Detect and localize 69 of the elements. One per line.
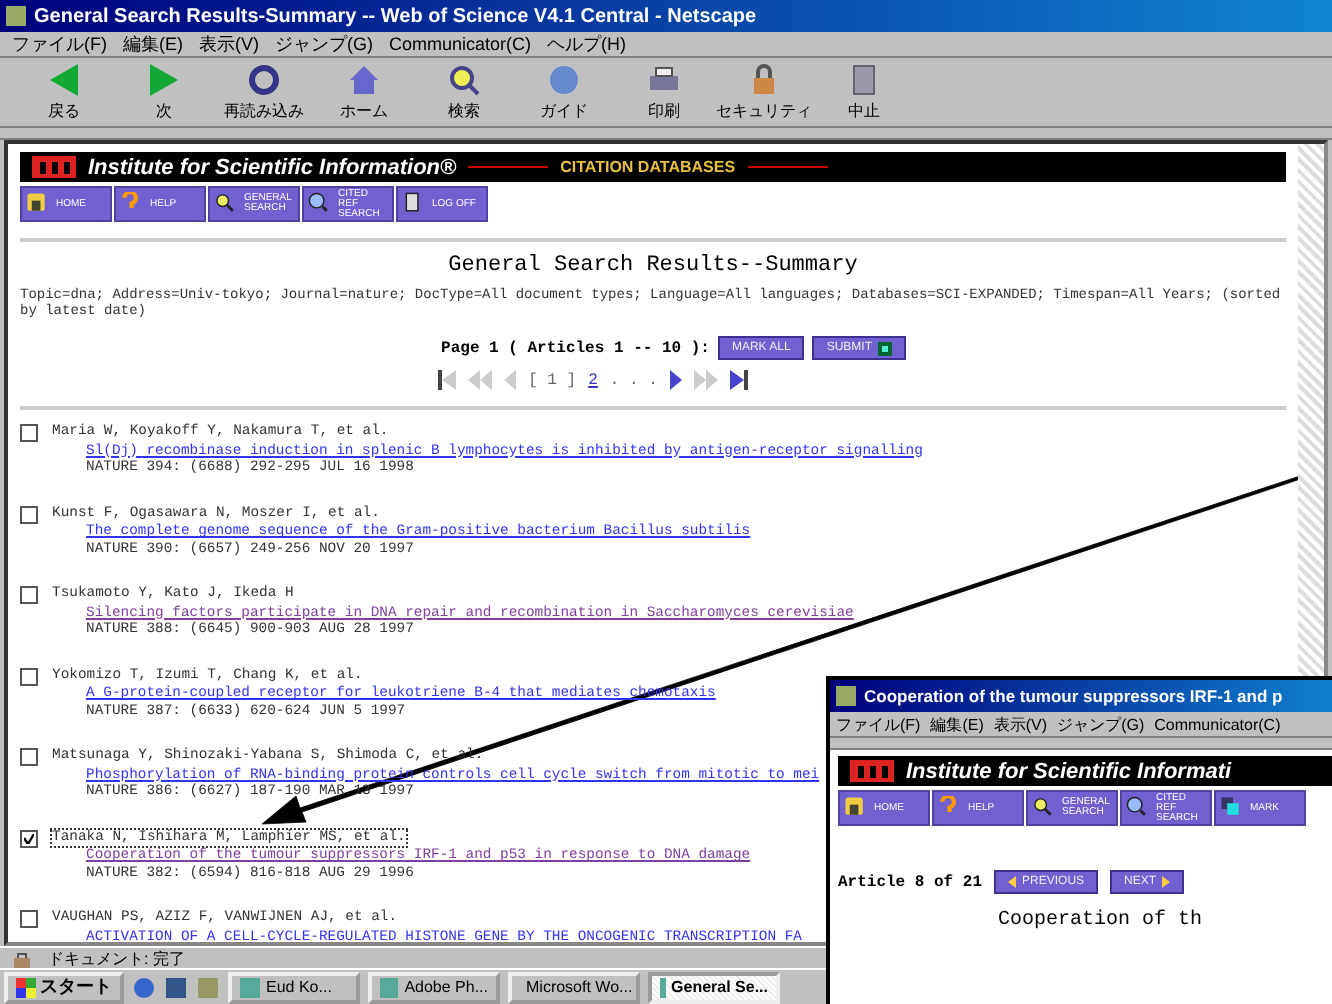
- magnifier-icon: [1032, 795, 1058, 821]
- menu-item[interactable]: Communicator(C): [389, 34, 532, 54]
- menu-item[interactable]: ヘルプ(H): [547, 31, 627, 57]
- toolbar-button[interactable]: セキュリティ: [720, 62, 808, 122]
- taskbar-button[interactable]: General Se...: [648, 971, 780, 1003]
- checkbox[interactable]: [20, 424, 38, 442]
- reload-icon: [246, 62, 282, 98]
- taskbar-button[interactable]: Adobe Ph...: [368, 971, 500, 1003]
- house-icon: [346, 62, 382, 98]
- toolbar-button[interactable]: 戻る: [20, 62, 108, 122]
- menu-item[interactable]: ファイル(F): [12, 31, 107, 57]
- arrow-left-icon: [46, 62, 82, 98]
- article-counter: Article 8 of 21: [838, 873, 983, 891]
- magnifier-icon: [214, 191, 240, 217]
- toolbar-button[interactable]: ガイド: [520, 62, 608, 122]
- checkbox[interactable]: [20, 505, 38, 523]
- checkbox[interactable]: [20, 586, 38, 604]
- first-page-icon[interactable]: [438, 370, 457, 390]
- left-triangle-icon: [1008, 876, 1017, 888]
- checkered-icon: [878, 341, 892, 355]
- taskbar-button[interactable]: Microsoft Wo...: [508, 971, 640, 1003]
- windows-logo-icon: [16, 977, 36, 997]
- window-title: General Search Results-Summary -- Web of Science V4.1 Central - Netscape: [34, 5, 757, 27]
- menu-item[interactable]: ジャンプ(G): [275, 31, 373, 57]
- search-icon: [446, 62, 482, 98]
- app-icon: [380, 977, 399, 997]
- taskbar-button[interactable]: Eud Ko...: [228, 971, 360, 1003]
- globe-icon: [546, 62, 582, 98]
- magnifier-icon: [308, 191, 334, 217]
- page-number: [ 1 ]: [528, 371, 577, 389]
- app-icon: [240, 977, 260, 997]
- banner-name: Institute for Scientific Informati: [906, 759, 1232, 783]
- page-number: . . .: [609, 371, 658, 389]
- last-page-icon[interactable]: [729, 370, 748, 390]
- toolbar-button[interactable]: 印刷: [620, 62, 708, 122]
- toolbar-button[interactable]: 中止: [820, 62, 908, 122]
- toolbar-button[interactable]: 再読み込み: [220, 62, 308, 122]
- start-button[interactable]: スタート: [4, 971, 124, 1003]
- checkbox[interactable]: [20, 829, 38, 847]
- menu-item[interactable]: 編集(E): [930, 713, 984, 735]
- menu-item[interactable]: 表示(V): [993, 713, 1048, 735]
- app-icon: [660, 977, 666, 997]
- checkbox[interactable]: [20, 667, 38, 685]
- next-icon[interactable]: [669, 370, 682, 390]
- window-title: Cooperation of the tumour suppressors IRF-1 and p: [864, 686, 1283, 706]
- pager-text: Page 1 ( Articles 1 -- 10 ):: [441, 339, 710, 357]
- menu-item[interactable]: ジャンプ(G): [1057, 713, 1145, 735]
- quick-launch-icon[interactable]: [164, 975, 188, 999]
- window-icon: [6, 6, 26, 26]
- padlock-icon: [12, 949, 32, 967]
- quick-launch-icon[interactable]: [132, 975, 156, 999]
- banner-name: Institute for Scientific Information®: [88, 155, 457, 179]
- right-triangle-icon: [1162, 876, 1171, 888]
- article-heading: Cooperation of th: [998, 910, 1205, 932]
- window-icon: [836, 686, 856, 706]
- toolbar-button[interactable]: ホーム: [320, 62, 408, 122]
- checkbox[interactable]: [20, 910, 38, 928]
- checkbox[interactable]: [20, 748, 38, 766]
- toolbar-button[interactable]: 次: [120, 62, 208, 122]
- magnifier-icon: [1126, 795, 1152, 821]
- menu-item[interactable]: 編集(E): [123, 31, 183, 57]
- toolbar-button[interactable]: 検索: [420, 62, 508, 122]
- page-heading: General Search Results--Summary: [446, 254, 860, 278]
- arrow-right-icon: [146, 62, 182, 98]
- menu-item[interactable]: Communicator(C): [1154, 715, 1281, 733]
- page-link[interactable]: 2: [588, 371, 598, 389]
- menu-item[interactable]: 表示(V): [199, 31, 259, 57]
- banner-tagline: CITATION DATABASES: [560, 158, 736, 176]
- menu-item[interactable]: ファイル(F): [836, 713, 921, 735]
